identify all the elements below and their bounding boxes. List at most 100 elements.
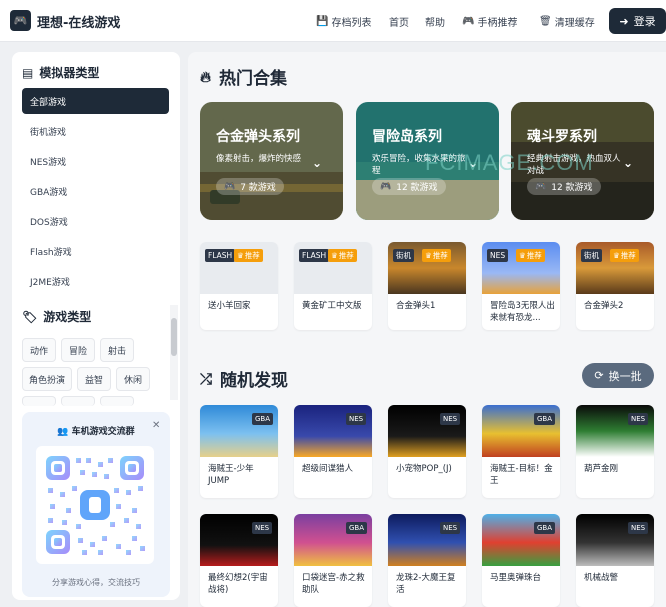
game-name: 海贼王-目标！金王 [490, 464, 553, 486]
collection-title: 合金弹头系列 [216, 129, 300, 145]
emulator-item-all[interactable]: 全部游戏 [22, 88, 169, 114]
crown-icon: ♛ [519, 251, 526, 260]
close-icon[interactable]: ✕ [152, 420, 160, 431]
recommend-text: 推荐 [526, 251, 542, 260]
game-card[interactable]: NES ♛ 推荐 冒险岛3无限人出来就有恐龙... [482, 242, 560, 330]
nav-home[interactable]: 首页 [389, 14, 409, 29]
collection-title: 魂斗罗系列 [527, 129, 597, 145]
platform-badge: FLASH [299, 249, 330, 262]
nav-clear-cache[interactable]: 🗑 清理缓存 [539, 14, 595, 29]
sidebar-scrollbar-thumb[interactable] [171, 318, 177, 356]
genre-tag-shooting[interactable]: 射击 [100, 338, 134, 362]
collection-count-text: 12 款游戏 [551, 183, 593, 193]
qr-title-text: 车机游戏交流群 [71, 427, 135, 437]
nav-save-list[interactable]: 💾 存档列表 [316, 14, 371, 29]
game-card[interactable]: 街机 ♛ 推荐 合金弹头1 [388, 242, 466, 330]
emulator-item-gba[interactable]: GBA游戏 [22, 178, 169, 204]
game-card[interactable]: NES 龙珠2-大魔王复活 [388, 514, 466, 607]
game-card[interactable]: 街机 ♛ 推荐 合金弹头2 [576, 242, 654, 330]
game-card[interactable]: GBA 口袋迷宫-赤之救助队 [294, 514, 372, 607]
refresh-label: 换一批 [608, 369, 642, 383]
shuffle-icon: ⤮ [200, 369, 213, 388]
recommend-badge: ♛ 推荐 [610, 249, 639, 262]
list-icon: ▤ [22, 65, 34, 80]
collection-desc: 像素射击，爆炸的快感 [216, 154, 302, 164]
save-icon: 💾 [316, 16, 329, 27]
game-card[interactable]: GBA 海贼王-目标！金王 [482, 405, 560, 498]
top-header: 🎮 理想-在线游戏 💾 存档列表 首页 帮助 🎮 手柄推荐 🗑 清理缓存 ➜ 登… [0, 0, 666, 42]
genre-tag-partial[interactable] [22, 396, 56, 406]
platform-badge: NES [628, 522, 649, 534]
genre-tag-casual[interactable]: 休闲 [116, 367, 150, 391]
recommend-badge: ♛ 推荐 [234, 249, 263, 262]
recommend-text: 推荐 [432, 251, 448, 260]
login-label: 登录 [633, 15, 656, 28]
emulator-item-flash[interactable]: Flash游戏 [22, 238, 169, 264]
genre-tag-puzzle[interactable]: 益智 [77, 367, 111, 391]
qr-title: 👥 车机游戏交流群 [22, 424, 170, 437]
genre-heading: 🏷 游戏类型 [22, 308, 91, 325]
refresh-button[interactable]: ⟳ 换一批 [582, 363, 654, 388]
nav-gamepad-recommend[interactable]: 🎮 手柄推荐 [462, 14, 517, 29]
game-card[interactable]: NES 超级间谍猎人 [294, 405, 372, 498]
chevron-down-icon[interactable]: ⌄ [312, 156, 322, 170]
platform-badge: NES [487, 249, 509, 262]
crown-icon: ♛ [425, 251, 432, 260]
game-name: 马里奥弹珠台 [490, 573, 542, 583]
collection-count-text: 7 款游戏 [240, 183, 276, 193]
group-icon: 👥 [57, 427, 69, 437]
nav-label: 清理缓存 [554, 18, 595, 29]
platform-badge: 街机 [393, 249, 414, 262]
chevron-down-icon[interactable]: ⌄ [623, 156, 633, 170]
emulator-item-arcade[interactable]: 街机游戏 [22, 118, 169, 144]
game-card[interactable]: NES 小宠物POP_(J) [388, 405, 466, 498]
emulator-item-dos[interactable]: DOS游戏 [22, 208, 169, 234]
genre-tag-action[interactable]: 动作 [22, 338, 56, 362]
game-card[interactable]: GBA 马里奥弹珠台 [482, 514, 560, 607]
gamepad-icon: 🎮 [535, 181, 547, 192]
game-card[interactable]: GBA 海贼王-少年JUMP [200, 405, 278, 498]
gamepad-logo-icon[interactable]: 🎮 [10, 10, 31, 31]
nav-label: 帮助 [425, 18, 445, 29]
tag-icon: 🏷 [22, 309, 38, 324]
emulator-heading-text: 模拟器类型 [39, 66, 100, 80]
game-name: 海贼王-少年JUMP [208, 464, 254, 486]
game-name: 口袋迷宫-赤之救助队 [302, 573, 365, 595]
crown-icon: ♛ [613, 251, 620, 260]
game-name: 合金弹头2 [584, 301, 624, 311]
collection-count: 🎮 12 款游戏 [527, 178, 601, 195]
game-card[interactable]: FLASH ♛ 推荐 送小羊回家 [200, 242, 278, 330]
collection-count: 🎮 7 款游戏 [216, 178, 284, 195]
genre-tag-adventure[interactable]: 冒险 [61, 338, 95, 362]
login-button[interactable]: ➜ 登录 [609, 8, 666, 34]
game-name: 小宠物POP_(J) [396, 464, 452, 474]
watermark: FCIMAGE.COM [425, 150, 594, 175]
game-name: 最终幻想2(宇宙战将) [208, 573, 268, 595]
game-name: 合金弹头1 [396, 301, 436, 311]
platform-badge: 街机 [581, 249, 602, 262]
game-card[interactable]: FLASH ♛ 推荐 黄金矿工中文版 [294, 242, 372, 330]
emulator-item-nes[interactable]: NES游戏 [22, 148, 169, 174]
genre-tag-partial[interactable] [100, 396, 134, 406]
game-card[interactable]: NES 葫芦金刚 [576, 405, 654, 498]
recommend-badge: ♛ 推荐 [328, 249, 357, 262]
platform-badge: NES [346, 413, 367, 425]
nav-help[interactable]: 帮助 [425, 14, 445, 29]
genre-tag-partial[interactable] [61, 396, 95, 406]
login-icon: ➜ [619, 14, 629, 28]
game-name: 冒险岛3无限人出来就有恐龙... [490, 301, 555, 323]
nav-label: 手柄推荐 [477, 18, 518, 29]
game-card[interactable]: NES 最终幻想2(宇宙战将) [200, 514, 278, 607]
collection-card[interactable]: 合金弹头系列 像素射击，爆炸的快感 ⌄ 🎮 7 款游戏 [200, 102, 343, 220]
emulator-item-j2me[interactable]: J2ME游戏 [22, 268, 169, 294]
platform-badge: FLASH [205, 249, 236, 262]
site-title[interactable]: 理想-在线游戏 [37, 12, 120, 31]
platform-badge: GBA [252, 413, 274, 425]
crown-icon: ♛ [237, 251, 244, 260]
hot-heading-text: 热门合集 [219, 69, 288, 89]
platform-badge: NES [252, 522, 273, 534]
refresh-icon: ⟳ [594, 369, 604, 382]
game-card[interactable]: NES 机械战警 [576, 514, 654, 607]
genre-tag-rpg[interactable]: 角色扮演 [22, 367, 72, 391]
trash-icon: 🗑 [539, 16, 552, 27]
